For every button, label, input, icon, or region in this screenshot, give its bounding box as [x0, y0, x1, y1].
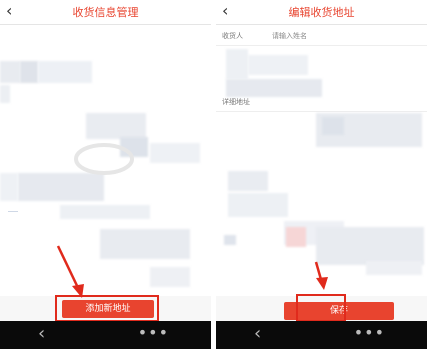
address-list-screen: ‹ 收货信息管理 添加新地址 ‹ •••	[0, 0, 211, 349]
more-icon[interactable]: •••	[354, 325, 385, 341]
more-icon[interactable]: •••	[138, 325, 169, 341]
chevron-left-icon[interactable]: ‹	[38, 325, 45, 343]
annotation-arrow	[314, 261, 328, 290]
edit-address-screen: ‹ 编辑收货地址 收货人 请输入姓名 详细地址 保存 ‹ •••	[216, 0, 427, 349]
chevron-left-icon[interactable]: ‹	[254, 325, 261, 343]
annotation-arrow	[56, 245, 84, 298]
system-navbar: ‹ •••	[0, 321, 211, 349]
screenshot-stage: ‹ 收货信息管理 添加新地址 ‹ ••• ‹ 编辑收货地址 收货人 请输入姓名 …	[0, 0, 427, 349]
system-navbar: ‹ •••	[216, 321, 427, 349]
